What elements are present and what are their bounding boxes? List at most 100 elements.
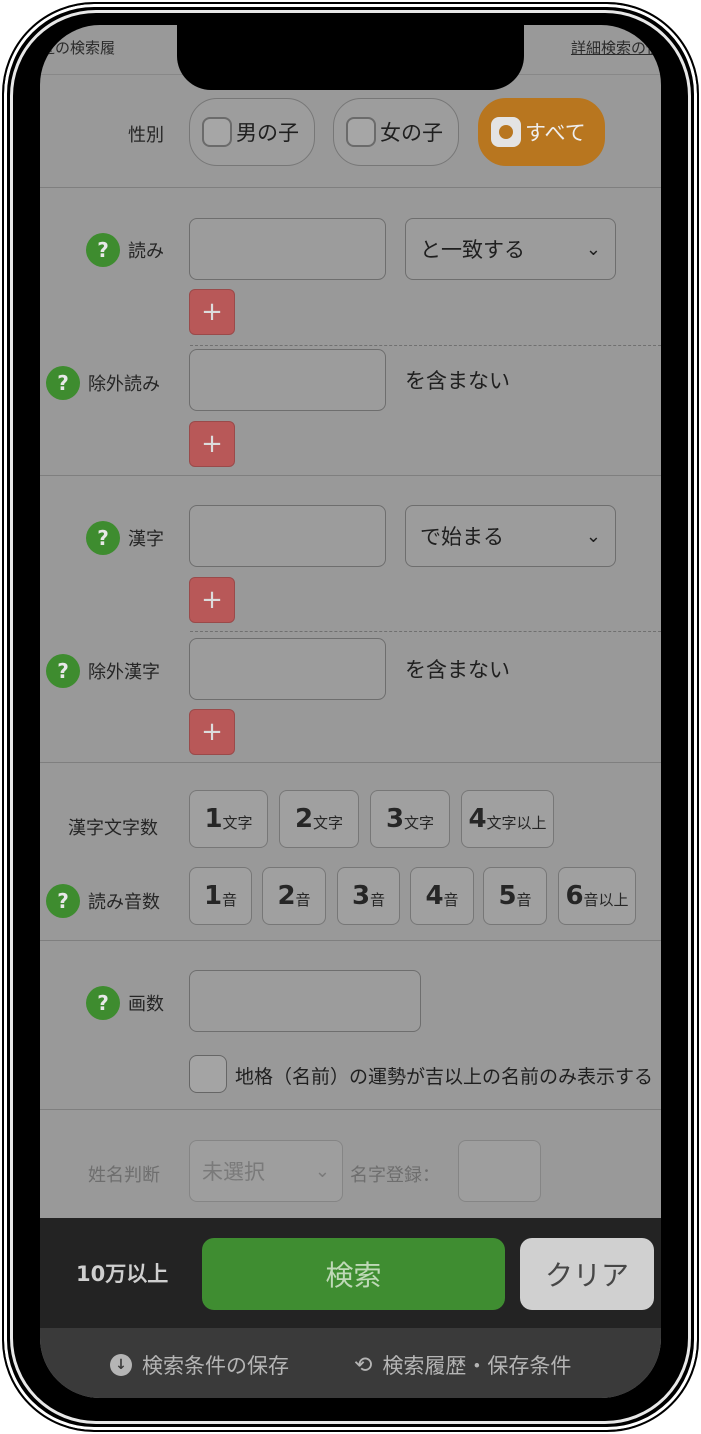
clear-button[interactable]: クリア bbox=[520, 1238, 654, 1310]
help-icon[interactable]: ? bbox=[86, 986, 120, 1020]
history-link[interactable]: ⟲ 検索履歴・保存条件 bbox=[354, 1350, 571, 1380]
chip-unit: 音以上 bbox=[583, 890, 629, 909]
chip-number: 4 bbox=[425, 881, 444, 911]
add-kanji-button[interactable]: + bbox=[189, 577, 235, 623]
screen: 近の検索履 詳細検索の使 性別 男の子 女の子 すべて ? 読み と一致する ⌄… bbox=[40, 25, 661, 1398]
chip-unit: 文字 bbox=[404, 813, 435, 832]
chevron-down-icon: ⌄ bbox=[585, 238, 601, 260]
reading-sounds-6-plus[interactable]: 6 音以上 bbox=[558, 867, 636, 925]
divider bbox=[40, 475, 661, 476]
notch bbox=[177, 25, 524, 90]
save-conditions-link[interactable]: ↓ 検索条件の保存 bbox=[110, 1350, 289, 1380]
strokes-input[interactable] bbox=[189, 970, 421, 1032]
gender-option-label: 女の子 bbox=[380, 121, 443, 145]
gender-label-text: 性別 bbox=[128, 125, 164, 146]
kanji-count-2[interactable]: 2 文字 bbox=[279, 790, 359, 848]
chip-number: 3 bbox=[351, 881, 371, 911]
exclude-kanji-input[interactable] bbox=[189, 638, 386, 700]
reading-sounds-2[interactable]: 2音 bbox=[262, 867, 326, 925]
exclude-reading-input[interactable] bbox=[189, 349, 386, 411]
exclude-reading-label: ? 除外読み bbox=[46, 366, 160, 400]
gender-option-girl[interactable]: 女の子 bbox=[333, 98, 459, 166]
reading-match-select[interactable]: と一致する ⌄ bbox=[405, 218, 616, 280]
action-bar: 10万以上 検索 クリア bbox=[40, 1218, 661, 1328]
surname-input[interactable] bbox=[458, 1140, 541, 1202]
exclude-kanji-label: ? 除外漢字 bbox=[46, 654, 160, 688]
strokes-label-text: 画数 bbox=[128, 994, 164, 1015]
help-icon[interactable]: ? bbox=[46, 884, 80, 918]
reading-input[interactable] bbox=[189, 218, 386, 280]
add-reading-button[interactable]: + bbox=[189, 289, 235, 335]
gender-option-label: すべて bbox=[525, 121, 586, 145]
chip-unit: 文字 bbox=[313, 813, 344, 832]
kanji-label-text: 漢字 bbox=[128, 529, 164, 550]
gender-option-all[interactable]: すべて bbox=[478, 98, 605, 166]
kanji-match-select[interactable]: で始まる ⌄ bbox=[405, 505, 616, 567]
footer: ↓ 検索条件の保存 ⟲ 検索履歴・保存条件 bbox=[40, 1328, 661, 1398]
kanji-count-3[interactable]: 3 文字 bbox=[370, 790, 450, 848]
chip-number: 1 bbox=[204, 804, 223, 834]
gender-option-boy[interactable]: 男の子 bbox=[189, 98, 315, 166]
chip-unit: 文字以上 bbox=[486, 813, 547, 832]
reading-label-text: 読み bbox=[128, 241, 164, 262]
checkbox-icon bbox=[202, 117, 232, 147]
chip-number: 2 bbox=[277, 881, 296, 911]
chip-unit: 音 bbox=[222, 890, 238, 909]
divider bbox=[40, 762, 661, 763]
lucky-only-checkbox[interactable] bbox=[189, 1055, 227, 1093]
add-exclude-kanji-button[interactable]: + bbox=[189, 709, 235, 755]
reading-sounds-1[interactable]: 1音 bbox=[189, 867, 252, 925]
kanji-count-1[interactable]: 1 文字 bbox=[189, 790, 268, 848]
reading-sounds-5[interactable]: 5音 bbox=[483, 867, 547, 925]
dashed-divider bbox=[190, 345, 661, 346]
chip-unit: 音 bbox=[370, 890, 386, 909]
surname-label: 名字登録： bbox=[350, 1165, 440, 1186]
strokes-label: ? 画数 bbox=[86, 986, 164, 1020]
help-icon[interactable]: ? bbox=[86, 521, 120, 555]
checkbox-icon bbox=[346, 117, 376, 147]
kanji-count-4-plus[interactable]: 4 文字以上 bbox=[461, 790, 554, 848]
reading-sounds-3[interactable]: 3音 bbox=[337, 867, 400, 925]
exclude-reading-suffix: を含まない bbox=[405, 369, 510, 393]
help-icon[interactable]: ? bbox=[86, 233, 120, 267]
reading-sounds-label-text: 読み音数 bbox=[88, 892, 160, 913]
add-exclude-reading-button[interactable]: + bbox=[189, 421, 235, 467]
search-button[interactable]: 検索 bbox=[202, 1238, 505, 1310]
fortune-select[interactable]: 未選択 ⌄ bbox=[189, 1140, 343, 1202]
kanji-count-label: 漢字文字数 bbox=[68, 814, 158, 840]
chip-unit: 音 bbox=[443, 890, 459, 909]
exclude-kanji-label-text: 除外漢字 bbox=[88, 662, 160, 683]
chip-number: 4 bbox=[468, 804, 487, 834]
chip-number: 1 bbox=[203, 881, 223, 911]
lucky-only-label[interactable]: 地格（名前）の運勢が吉以上の名前のみ表示する bbox=[235, 1062, 653, 1089]
chevron-down-icon: ⌄ bbox=[314, 1160, 330, 1182]
kanji-label: ? 漢字 bbox=[86, 521, 164, 555]
reading-sounds-label: ? 読み音数 bbox=[46, 884, 160, 918]
divider bbox=[40, 187, 661, 188]
chip-number: 6 bbox=[565, 881, 584, 911]
chip-unit: 音 bbox=[295, 890, 311, 909]
reading-sounds-4[interactable]: 4音 bbox=[410, 867, 474, 925]
fortune-label: 姓名判断 bbox=[88, 1165, 160, 1186]
reading-match-value: と一致する bbox=[420, 238, 525, 262]
help-icon[interactable]: ? bbox=[46, 654, 80, 688]
history-label: 検索履歴・保存条件 bbox=[382, 1354, 572, 1378]
recent-history-link[interactable]: 近の検索履 bbox=[40, 37, 115, 58]
kanji-count-label-text: 漢字文字数 bbox=[68, 818, 158, 839]
chip-number: 5 bbox=[498, 881, 517, 911]
dashed-divider bbox=[190, 631, 661, 632]
download-icon: ↓ bbox=[110, 1354, 132, 1376]
gender-label: 性別 bbox=[128, 121, 164, 147]
radio-selected-icon bbox=[491, 117, 521, 147]
kanji-input[interactable] bbox=[189, 505, 386, 567]
gender-option-label: 男の子 bbox=[236, 121, 299, 145]
chip-unit: 音 bbox=[516, 890, 532, 909]
exclude-kanji-suffix: を含まない bbox=[405, 658, 510, 682]
history-icon: ⟲ bbox=[354, 1352, 373, 1378]
advanced-search-help-link[interactable]: 詳細検索の使 bbox=[571, 37, 661, 58]
chevron-down-icon: ⌄ bbox=[585, 525, 601, 547]
divider bbox=[40, 1109, 661, 1110]
help-icon[interactable]: ? bbox=[46, 366, 80, 400]
fortune-select-value: 未選択 bbox=[202, 1160, 265, 1184]
kanji-match-value: で始まる bbox=[420, 525, 504, 549]
